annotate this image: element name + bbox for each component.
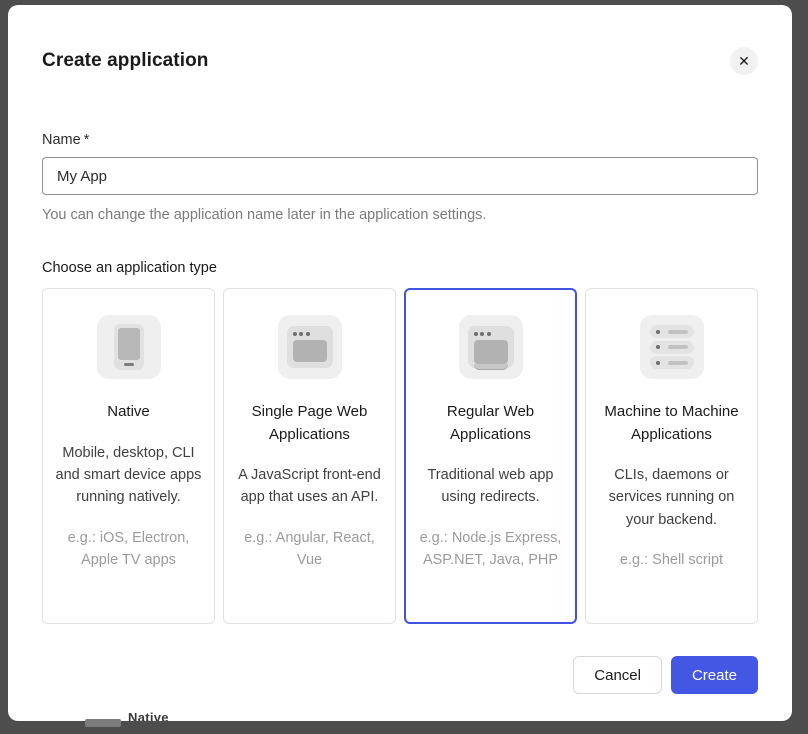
- card-description: Mobile, desktop, CLI and smart device ap…: [54, 442, 204, 509]
- card-single-page-web[interactable]: Single Page Web Applications A JavaScrip…: [223, 288, 396, 624]
- application-type-section-label: Choose an application type: [42, 260, 758, 276]
- mobile-phone-icon: [97, 315, 161, 379]
- card-example: e.g.: iOS, Electron, Apple TV apps: [53, 527, 204, 572]
- card-example: e.g.: Shell script: [620, 549, 723, 571]
- dimmed-background-text: Native: [128, 710, 258, 721]
- card-title: Machine to Machine Applications: [597, 401, 747, 446]
- name-field-label: Name*: [42, 132, 758, 148]
- card-description: CLIs, daemons or services running on you…: [597, 464, 747, 531]
- required-asterisk: *: [84, 132, 90, 148]
- browser-window-stacked-icon: [459, 315, 523, 379]
- card-title: Native: [107, 401, 150, 424]
- card-description: Traditional web app using redirects.: [416, 464, 566, 509]
- server-list-icon: [640, 315, 704, 379]
- create-application-modal: Create application ✕ Name* You can chang…: [8, 5, 792, 721]
- card-description: A JavaScript front-end app that uses an …: [235, 464, 385, 509]
- dimmed-background-box: [85, 719, 121, 727]
- card-title: Regular Web Applications: [416, 401, 566, 446]
- card-example: e.g.: Node.js Express, ASP.NET, Java, PH…: [415, 527, 566, 572]
- modal-header: Create application ✕: [42, 5, 758, 75]
- modal-footer: Cancel Create: [42, 656, 758, 694]
- application-type-cards: Native Mobile, desktop, CLI and smart de…: [42, 288, 758, 624]
- card-native[interactable]: Native Mobile, desktop, CLI and smart de…: [42, 288, 215, 624]
- create-button[interactable]: Create: [671, 656, 758, 694]
- application-name-input[interactable]: [42, 157, 758, 195]
- close-icon: ✕: [738, 54, 750, 68]
- card-regular-web[interactable]: Regular Web Applications Traditional web…: [404, 288, 577, 624]
- browser-window-icon: [278, 315, 342, 379]
- cancel-button[interactable]: Cancel: [573, 656, 662, 694]
- card-title: Single Page Web Applications: [235, 401, 385, 446]
- card-example: e.g.: Angular, React, Vue: [234, 527, 385, 572]
- name-helper-text: You can change the application name late…: [42, 207, 758, 223]
- modal-title: Create application: [42, 50, 209, 72]
- card-machine-to-machine[interactable]: Machine to Machine Applications CLIs, da…: [585, 288, 758, 624]
- close-button[interactable]: ✕: [730, 47, 758, 75]
